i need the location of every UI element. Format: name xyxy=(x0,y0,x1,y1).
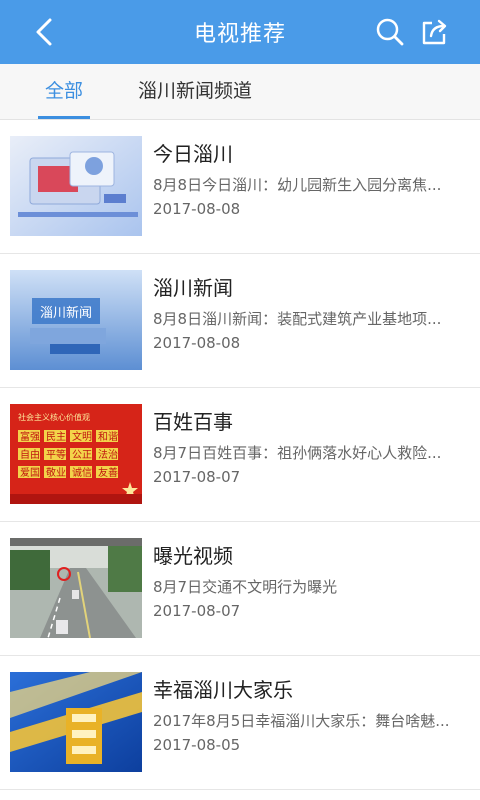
back-button[interactable] xyxy=(24,12,64,52)
page-title: 电视推荐 xyxy=(193,22,286,47)
svg-text:爱国: 爱国 xyxy=(20,466,40,479)
list-item[interactable]: 社会主义核心价值观 富强 民主 文明 和谐 自由 平等 公正 法治 爱国 敬业 … xyxy=(0,388,480,522)
svg-text:自由: 自由 xyxy=(20,448,40,461)
list-item[interactable]: 幸福淄川大家乐 2017年8月5日幸福淄川大家乐：舞台啥魅... 2017-08… xyxy=(0,656,480,790)
svg-text:诚信: 诚信 xyxy=(72,467,92,479)
item-description: 8月8日淄川新闻：装配式建筑产业基地项... xyxy=(153,310,442,328)
video-thumbnail: 淄川新闻 xyxy=(10,270,142,370)
share-icon xyxy=(422,19,447,45)
tab-zichuan-news-channel[interactable]: 淄川新闻频道 xyxy=(138,64,252,119)
tab-all[interactable]: 全部 xyxy=(45,64,83,119)
item-description: 8月8日今日淄川：幼儿园新生入园分离焦... xyxy=(153,176,442,194)
top-app-bar: 电视推荐 xyxy=(0,0,480,64)
item-title: 曝光视频 xyxy=(153,544,233,568)
search-icon xyxy=(376,18,404,46)
item-title: 今日淄川 xyxy=(153,142,233,166)
svg-text:淄川新闻: 淄川新闻 xyxy=(40,305,92,321)
svg-text:和谐: 和谐 xyxy=(98,431,118,443)
list-item[interactable]: 淄川新闻 淄川新闻 8月8日淄川新闻：装配式建筑产业基地项... 2017-08… xyxy=(0,254,480,388)
search-button[interactable] xyxy=(370,12,410,52)
svg-text:公正: 公正 xyxy=(72,450,92,461)
item-title: 百姓百事 xyxy=(153,410,233,434)
list-item[interactable]: 今日淄川 8月8日今日淄川：幼儿园新生入园分离焦... 2017-08-08 xyxy=(0,120,480,254)
video-thumbnail xyxy=(10,538,142,638)
share-button[interactable] xyxy=(414,12,454,52)
active-tab-indicator xyxy=(38,116,90,119)
svg-text:民主: 民主 xyxy=(46,431,66,443)
video-thumbnail xyxy=(10,672,142,772)
item-title: 淄川新闻 xyxy=(153,276,233,300)
item-description: 8月7日百姓百事：祖孙俩落水好心人救险... xyxy=(153,444,442,462)
svg-text:富强: 富强 xyxy=(20,430,40,443)
item-date: 2017-08-08 xyxy=(153,200,241,218)
video-thumbnail xyxy=(10,136,142,236)
video-thumbnail: 社会主义核心价值观 富强 民主 文明 和谐 自由 平等 公正 法治 爱国 敬业 … xyxy=(10,404,142,504)
video-list: 今日淄川 8月8日今日淄川：幼儿园新生入园分离焦... 2017-08-08 淄… xyxy=(0,120,480,790)
list-item[interactable]: 曝光视频 8月7日交通不文明行为曝光 2017-08-07 xyxy=(0,522,480,656)
svg-text:敬业: 敬业 xyxy=(46,466,66,479)
svg-text:社会主义核心价值观: 社会主义核心价值观 xyxy=(18,412,90,422)
svg-text:友善: 友善 xyxy=(98,466,118,479)
item-description: 8月7日交通不文明行为曝光 xyxy=(153,578,338,596)
item-date: 2017-08-05 xyxy=(153,736,241,754)
category-tabs: 全部 淄川新闻频道 xyxy=(0,64,480,120)
item-description: 2017年8月5日幸福淄川大家乐：舞台啥魅... xyxy=(153,712,450,730)
svg-text:法治: 法治 xyxy=(98,448,118,461)
chevron-left-icon xyxy=(36,18,52,46)
item-title: 幸福淄川大家乐 xyxy=(153,678,293,702)
item-date: 2017-08-07 xyxy=(153,468,241,486)
svg-text:文明: 文明 xyxy=(72,430,92,443)
svg-text:平等: 平等 xyxy=(46,448,66,461)
item-date: 2017-08-08 xyxy=(153,334,241,352)
item-date: 2017-08-07 xyxy=(153,602,241,620)
